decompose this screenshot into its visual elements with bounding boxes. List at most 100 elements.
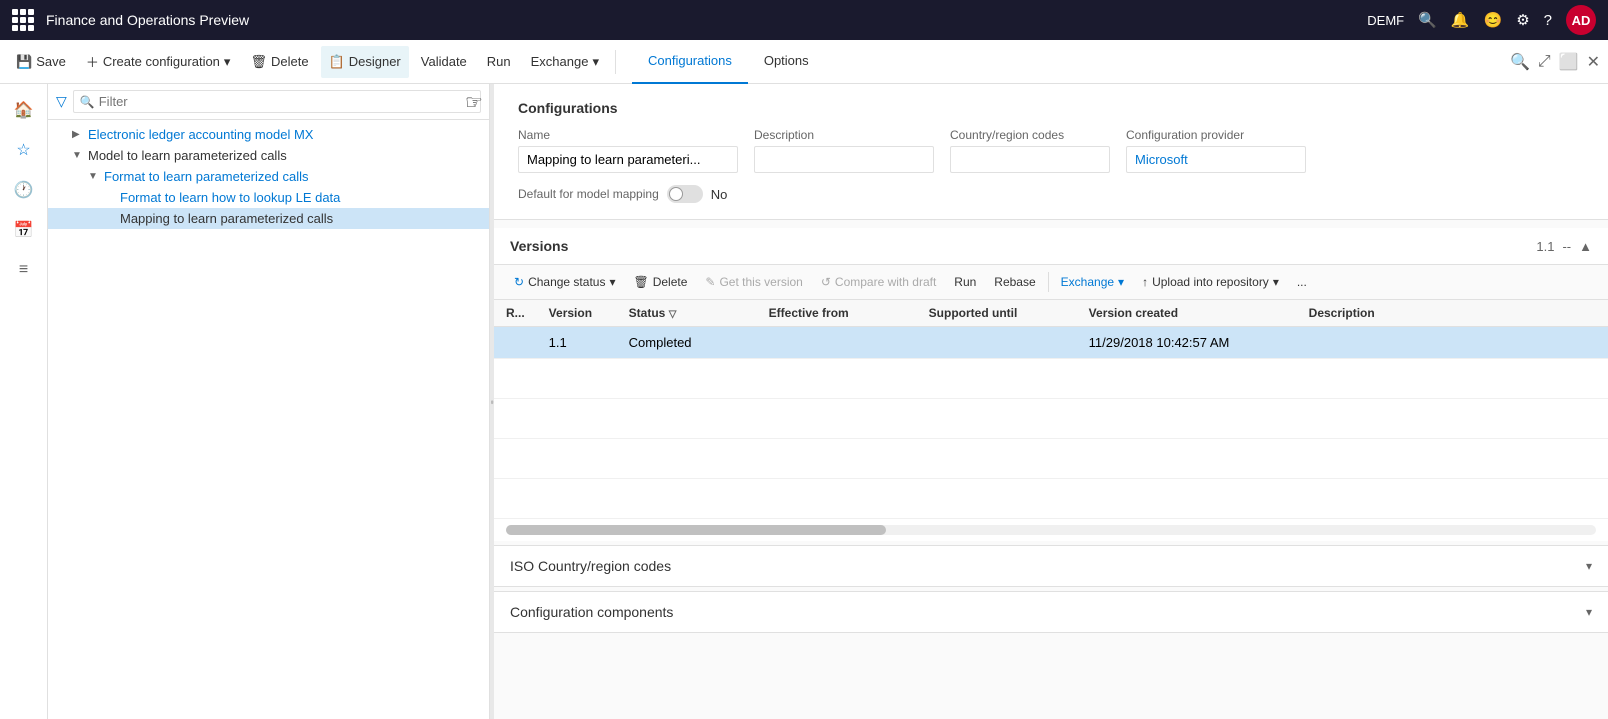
upload-icon: ↑ [1142, 275, 1148, 289]
bell-icon[interactable]: 🔔 [1451, 11, 1470, 29]
delete-button[interactable]: 🗑 Delete [242, 46, 316, 78]
nav-calendar[interactable]: 📅 [6, 212, 42, 248]
tab-configurations[interactable]: Configurations [632, 40, 748, 84]
compare-draft-button[interactable]: ↺ Compare with draft [813, 271, 944, 293]
name-group: Name [518, 128, 738, 173]
iso-section: ISO Country/region codes ▾ [494, 545, 1608, 587]
status-filter-icon[interactable]: ▽ [669, 309, 677, 320]
versions-toolbar: ↻ Change status ▾ 🗑 Delete ✎ Get this ve… [494, 265, 1608, 300]
tree-label: Format to learn how to lookup LE data [120, 190, 340, 205]
expand-icon[interactable]: ⤢ [1538, 53, 1551, 71]
cell-effective [757, 327, 917, 359]
tree-arrow-expanded: ▼ [72, 150, 84, 161]
filter-icon[interactable]: ▽ [56, 93, 67, 110]
versions-table-container: R... Version Status ▽ Effective from Sup… [494, 300, 1608, 519]
toolbar-divider [615, 50, 616, 74]
versions-section: Versions 1.1 -- ▲ ↻ Change status ▾ 🗑 De… [494, 228, 1608, 541]
versions-run-button[interactable]: Run [946, 271, 984, 293]
cell-created: 11/29/2018 10:42:57 AM [1077, 327, 1297, 359]
configurations-title: Configurations [518, 100, 1584, 116]
create-config-button[interactable]: ＋ Create configuration ▾ [78, 46, 239, 78]
change-status-dropdown: ▾ [609, 275, 615, 289]
toggle-knob [669, 187, 683, 201]
col-header-created: Version created [1077, 300, 1297, 327]
demf-label: DEMF [1367, 13, 1404, 28]
config-components-section: Configuration components ▾ [494, 591, 1608, 633]
change-status-icon: ↻ [514, 275, 524, 289]
user-avatar[interactable]: AD [1566, 5, 1596, 35]
tree-label-selected: Mapping to learn parameterized calls [120, 211, 333, 226]
more-options-button[interactable]: ... [1289, 271, 1315, 293]
tree-content: ▶ Electronic ledger accounting model MX … [48, 120, 489, 719]
search-icon[interactable]: 🔍 [1418, 11, 1437, 29]
nav-clock[interactable]: 🕐 [6, 172, 42, 208]
versions-header: Versions 1.1 -- ▲ [494, 228, 1608, 265]
app-title: Finance and Operations Preview [46, 12, 249, 28]
configurations-section: Configurations Name Description Country/… [494, 84, 1608, 220]
toggle-value: No [711, 187, 728, 202]
country-input[interactable] [950, 146, 1110, 173]
tree-item-electronic-ledger[interactable]: ▶ Electronic ledger accounting model MX [48, 124, 489, 145]
get-version-button[interactable]: ✎ Get this version [697, 271, 810, 293]
filter-input[interactable] [99, 94, 474, 109]
provider-group: Configuration provider [1126, 128, 1306, 173]
scroll-thumb[interactable] [506, 525, 886, 535]
tree-label: Model to learn parameterized calls [88, 148, 287, 163]
provider-input[interactable] [1126, 146, 1306, 173]
save-button[interactable]: 💾 Save [8, 46, 74, 78]
waffle-menu[interactable] [12, 9, 34, 31]
toolbar-tabs: Configurations Options [632, 40, 825, 84]
desc-group: Description [754, 128, 934, 173]
delete-icon: 🗑 [250, 54, 267, 70]
country-group: Country/region codes [950, 128, 1110, 173]
empty-row [494, 439, 1608, 479]
tree-item-mapping-learn[interactable]: Mapping to learn parameterized calls [48, 208, 489, 229]
versions-delete-button[interactable]: 🗑 Delete [625, 271, 695, 293]
create-icon: ＋ [86, 52, 99, 71]
config-components-chevron: ▾ [1586, 605, 1592, 619]
col-header-r: R... [494, 300, 537, 327]
cell-version: 1.1 [537, 327, 617, 359]
help-icon[interactable]: ? [1544, 12, 1552, 29]
exchange-button[interactable]: Exchange ▾ [523, 46, 607, 78]
rebase-button[interactable]: Rebase [986, 271, 1043, 293]
iso-header[interactable]: ISO Country/region codes ▾ [494, 546, 1608, 587]
name-input[interactable] [518, 146, 738, 173]
tree-panel: ▽ 🔍 ▶ Electronic ledger accounting model… [48, 84, 490, 719]
compare-icon: ↺ [821, 275, 831, 289]
change-status-button[interactable]: ↻ Change status ▾ [506, 271, 623, 293]
validate-button[interactable]: Validate [413, 46, 475, 78]
nav-list[interactable]: ≡ [6, 252, 42, 288]
toolbar-search-icon[interactable]: 🔍 [1510, 52, 1530, 72]
run-button[interactable]: Run [479, 46, 519, 78]
country-label: Country/region codes [950, 128, 1110, 142]
table-row[interactable]: 1.1 Completed 11/29/2018 10:42:57 AM [494, 327, 1608, 359]
gear-icon[interactable]: ⚙ [1516, 11, 1529, 29]
tree-item-format-lookup[interactable]: Format to learn how to lookup LE data [48, 187, 489, 208]
upload-repository-button[interactable]: ↑ Upload into repository ▾ [1134, 271, 1287, 293]
nav-star[interactable]: ☆ [6, 132, 42, 168]
version-separator: -- [1562, 239, 1571, 254]
table-header-row: R... Version Status ▽ Effective from Sup… [494, 300, 1608, 327]
designer-button[interactable]: 📋 Designer [321, 46, 409, 78]
default-model-toggle[interactable] [667, 185, 703, 203]
col-header-desc: Description [1297, 300, 1608, 327]
tab-options[interactable]: Options [748, 40, 825, 84]
horizontal-scrollbar[interactable] [494, 519, 1608, 541]
save-icon: 💾 [16, 54, 32, 70]
smiley-icon[interactable]: 😊 [1484, 11, 1503, 29]
tree-label: Electronic ledger accounting model MX [88, 127, 313, 142]
collapse-versions-icon[interactable]: ▲ [1579, 239, 1592, 254]
close-icon[interactable]: ✕ [1587, 52, 1600, 72]
exchange-dropdown-arrow: ▾ [592, 54, 599, 70]
tree-item-format-learn[interactable]: ▼ Format to learn parameterized calls [48, 166, 489, 187]
tree-item-model-learn[interactable]: ▼ Model to learn parameterized calls [48, 145, 489, 166]
versions-exchange-button[interactable]: Exchange ▾ [1053, 271, 1132, 293]
config-components-header[interactable]: Configuration components ▾ [494, 592, 1608, 633]
main-content: Configurations Name Description Country/… [494, 84, 1608, 719]
minimize-icon[interactable]: ⬜ [1559, 52, 1579, 72]
designer-icon: 📋 [329, 54, 345, 70]
config-components-title: Configuration components [510, 604, 673, 620]
desc-input[interactable] [754, 146, 934, 173]
nav-home[interactable]: 🏠 [6, 92, 42, 128]
